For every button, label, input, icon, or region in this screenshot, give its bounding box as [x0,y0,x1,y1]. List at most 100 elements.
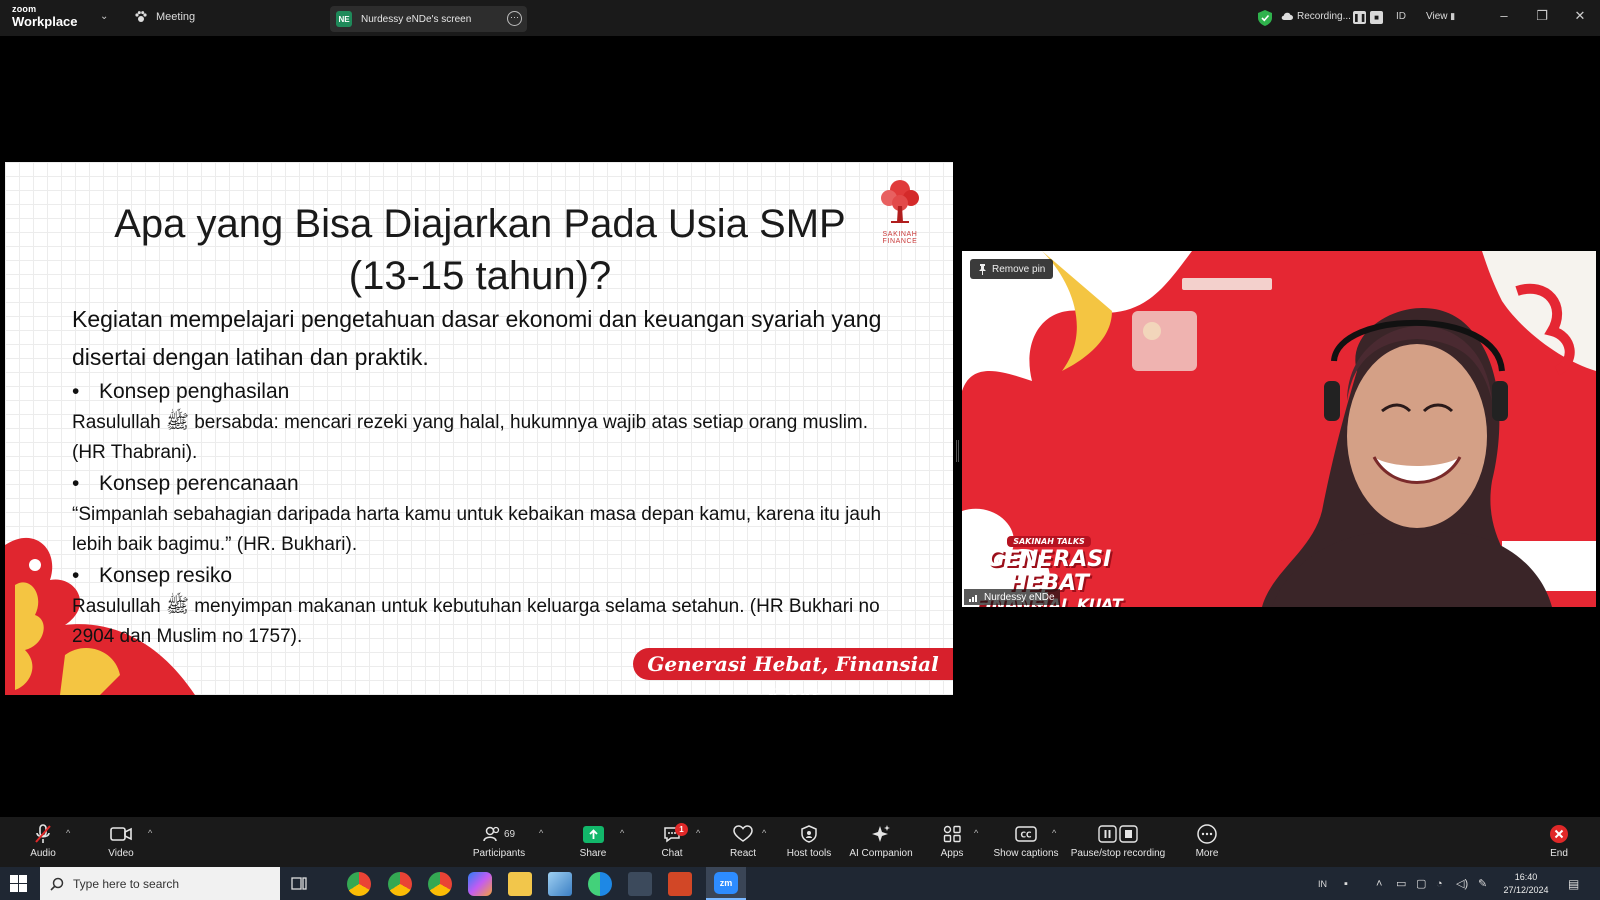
react-heart-icon [733,821,753,847]
display-icon[interactable]: ▢ [1416,867,1426,900]
participants-label: Participants [472,848,526,859]
participants-count: 69 [503,828,516,840]
share-label: Share [579,848,607,859]
chrome-profile-2-icon[interactable] [428,872,452,896]
participants-icon-wrap: 69 [483,821,515,847]
remove-pin-button[interactable]: Remove pin [970,259,1054,279]
notifications-icon[interactable]: ▤ [1568,867,1579,900]
file-explorer-icon[interactable] [508,872,532,896]
chevron-down-icon[interactable]: ⌄ [100,11,108,22]
participant-name: Nurdessy eNDe [984,591,1055,603]
close-icon[interactable]: ✕ [1570,8,1590,24]
end-meeting-button[interactable]: End [1544,817,1574,867]
zoom-workplace-logo[interactable]: zoom Workplace [12,4,78,29]
more-button[interactable]: More [1190,817,1224,867]
react-label: React [729,848,757,859]
brand-small: zoom [12,4,37,14]
apps-label: Apps [940,848,964,859]
apps-options-caret[interactable]: ^ [974,828,978,838]
meeting-id-label[interactable]: ID [1396,11,1406,22]
video-options-caret[interactable]: ^ [148,828,152,838]
split-view-resize-handle[interactable] [956,440,959,462]
security-shield-icon[interactable] [1258,10,1272,26]
slide-paragraph: Rasulullah ﷺ menyimpan makanan untuk keb… [72,596,880,647]
share-options-caret[interactable]: ^ [620,828,624,838]
tray-overflow-icon[interactable]: ˄ [1376,867,1382,900]
end-label: End [1550,848,1568,859]
stop-recording-button[interactable]: ■ [1370,11,1383,24]
volume-icon[interactable]: ◁) [1456,867,1468,900]
taskbar-search-input[interactable]: Type here to search [40,867,280,900]
participants-icon [483,826,500,842]
calculator-icon[interactable] [628,872,652,896]
video-label: Video [108,848,134,859]
participant-video-tile[interactable]: SAKINAH TALKS GENERASI HEBAT FINANSIAL K… [962,251,1596,607]
react-options-caret[interactable]: ^ [762,828,766,838]
host-tools-button[interactable]: Host tools [784,817,834,867]
battery-icon[interactable]: ▭ [1396,867,1406,900]
share-button[interactable]: Share [575,817,611,867]
audio-options-caret[interactable]: ^ [66,828,70,838]
participant-name-tag: Nurdessy eNDe [964,589,1060,605]
signal-bars-icon [969,594,977,602]
more-label: More [1195,848,1219,859]
ai-companion-button[interactable]: AI Companion [847,817,915,867]
more-dots-icon [1197,821,1217,847]
taskbar-clock[interactable]: 16:40 27/12/2024 [1498,871,1554,897]
pause-recording-button[interactable]: ❚❚ [1353,11,1366,24]
meeting-menu[interactable]: Meeting [134,10,195,24]
pause-stop-recording-button[interactable]: Pause/stop recording [1070,817,1166,867]
chat-options-caret[interactable]: ^ [696,828,700,838]
bullet-dot: • [72,564,80,587]
search-placeholder: Type here to search [73,876,180,891]
chrome-icon[interactable] [347,872,371,896]
recording-status[interactable]: Recording... [1281,11,1351,22]
restore-icon[interactable]: ❐ [1532,8,1552,24]
windows-taskbar: Type here to search zm IN ▪ ˄ ▭ ▢ ◔ ◁) ✎… [0,867,1600,900]
react-button[interactable]: React [728,817,758,867]
screen-share-indicator[interactable]: NE Nurdessy eNDe's screen ··· [330,6,527,32]
zoom-app-icon: zm [714,872,738,894]
minimize-icon[interactable]: – [1494,8,1514,23]
avatar: NE [336,11,352,27]
slide-bullet: • Konsep penghasilan [72,376,902,408]
more-options-icon[interactable]: ··· [507,11,522,26]
pause-stop-icon [1098,821,1138,847]
slide-paragraph: Rasulullah ﷺ bersabda: mencari rezeki ya… [72,412,869,463]
mic-muted-icon [34,821,52,847]
audio-button[interactable]: Audio [24,817,62,867]
task-view-icon[interactable] [291,876,307,891]
chrome-profile-icon[interactable] [388,872,412,896]
participants-button[interactable]: 69 Participants [468,817,530,867]
ai-sparkle-icon [871,821,891,847]
participants-options-caret[interactable]: ^ [539,828,543,838]
apps-button[interactable]: Apps [937,817,967,867]
wifi-icon[interactable]: ◔ [1436,867,1443,900]
slide-lead-text: Kegiatan mempelajari pengetahuan dasar e… [72,306,882,370]
bullet-label: Konsep resiko [99,564,233,587]
zoom-taskbar-button[interactable]: zm [706,867,746,900]
notes-app-icon[interactable] [548,872,572,896]
pause-stop-label: Pause/stop recording [1070,848,1166,859]
pen-icon[interactable]: ✎ [1478,867,1487,900]
captions-options-caret[interactable]: ^ [1052,828,1056,838]
language-indicator[interactable]: IN [1318,867,1327,900]
windows-start-icon[interactable] [10,875,27,892]
remove-pin-label: Remove pin [992,263,1046,275]
slide-bullet: • Konsep perencanaan [72,468,902,500]
view-menu[interactable]: View ▮ [1426,11,1455,22]
language-label: IN [1318,878,1327,889]
share-icon-wrap [582,821,604,847]
tray-app-icon[interactable]: ▪ [1344,867,1348,900]
video-button[interactable]: Video [100,817,142,867]
slide-title-line2: (13-15 tahun)? [348,254,612,298]
edge-icon[interactable] [588,872,612,896]
apps-grid-icon [943,821,961,847]
event-subtitle: SAKINAH TALKS [1007,536,1091,547]
host-tools-label: Host tools [786,848,832,859]
ai-companion-label: AI Companion [849,848,913,859]
copilot-icon[interactable] [468,872,492,896]
pin-icon [979,263,986,275]
show-captions-button[interactable]: CC Show captions [993,817,1059,867]
powerpoint-icon[interactable] [668,872,692,896]
